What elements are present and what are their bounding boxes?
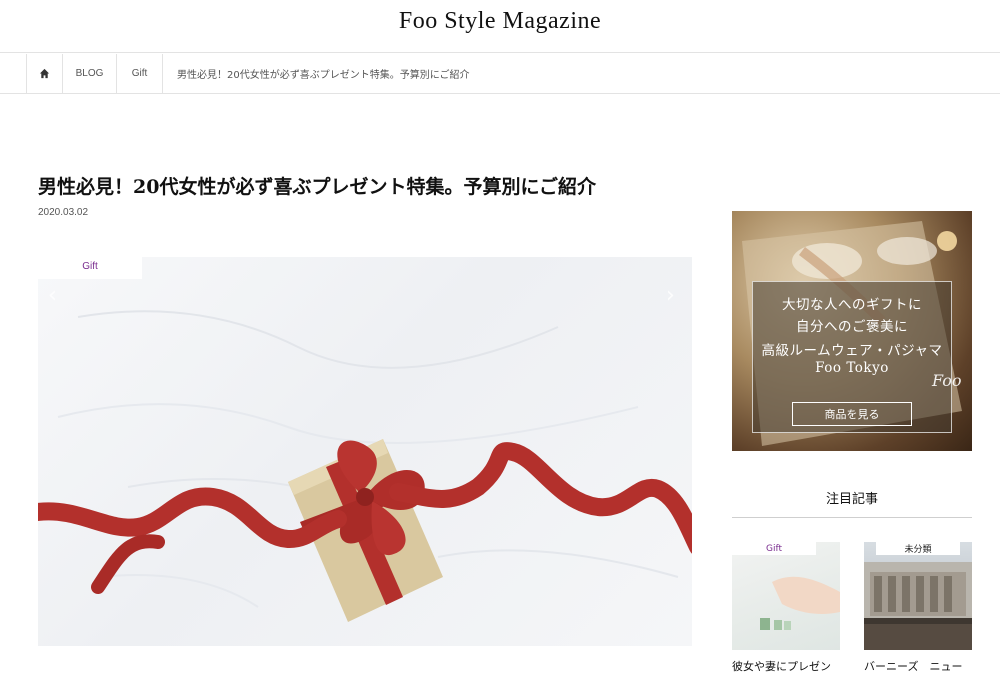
view-product-button[interactable]: 商品を見る	[792, 402, 912, 426]
featured-thumb-1[interactable]: Gift	[732, 542, 840, 650]
site-title[interactable]: Foo Style Magazine	[0, 8, 1000, 35]
banner-line-1: 大切な人へのギフトに	[782, 297, 922, 313]
featured-thumb-2[interactable]: 未分類	[864, 542, 972, 650]
featured-heading: 注目記事	[825, 492, 878, 507]
featured-category-1: Gift	[732, 542, 816, 555]
hero-image	[38, 257, 692, 646]
gift-ribbon-illustration	[38, 310, 692, 622]
hand-product-photo	[760, 576, 840, 630]
breadcrumb-current: 男性必見！20代女性が必ず喜ぶプレゼント特集。予算別にご紹介	[177, 70, 470, 81]
category-badge[interactable]: Gift	[38, 253, 142, 279]
featured-divider	[732, 517, 972, 518]
chevron-left-icon[interactable]: ‹	[48, 283, 57, 308]
site-header: Foo Style Magazine	[0, 0, 1000, 53]
breadcrumb-gift[interactable]: Gift	[117, 54, 163, 93]
home-icon	[39, 68, 50, 79]
chevron-right-icon[interactable]: ›	[666, 283, 675, 308]
banner-line-3: 高級ルームウェア・パジャマ	[761, 343, 943, 359]
featured-category-2: 未分類	[876, 542, 960, 555]
banner-line-2: 自分へのご褒美に	[796, 319, 908, 335]
breadcrumb-home[interactable]	[26, 54, 63, 93]
storefront-photo	[864, 562, 972, 650]
breadcrumb-blog[interactable]: BLOG	[63, 54, 117, 93]
promo-banner[interactable]: 大切な人へのギフトに 自分へのご褒美に 高級ルームウェア・パジャマ Foo To…	[732, 211, 972, 451]
foo-logo: Foo	[932, 371, 962, 390]
featured-title-2[interactable]: バーニーズ ニュー	[864, 658, 972, 674]
breadcrumb: BLOG Gift 男性必見！20代女性が必ず喜ぶプレゼント特集。予算別にご紹介	[0, 54, 1000, 94]
article-date: 2020.03.02	[38, 207, 89, 218]
article-title: 男性必見！20代女性が必ず喜ぶプレゼント特集。予算別にご紹介	[38, 176, 597, 198]
featured-title-1[interactable]: 彼女や妻にプレゼン	[732, 658, 840, 674]
